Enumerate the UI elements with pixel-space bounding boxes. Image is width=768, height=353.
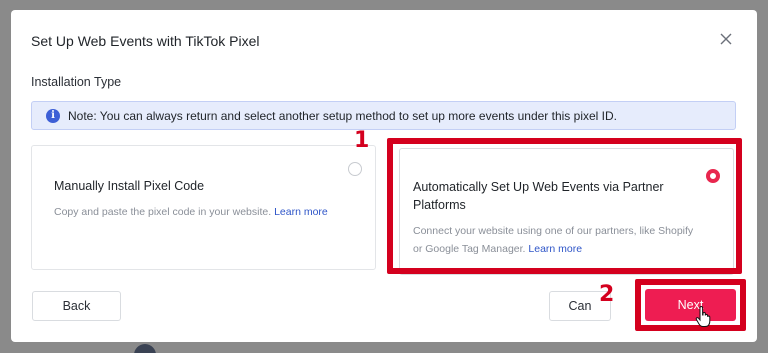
note-text: Note: You can always return and select a… <box>68 108 617 123</box>
info-note: i Note: You can always return and select… <box>31 101 736 130</box>
close-icon[interactable] <box>717 30 735 48</box>
option-partner-description-line1: Connect your website using one of our pa… <box>413 225 694 237</box>
option-partner-description: Connect your website using one of our pa… <box>413 222 693 258</box>
step-number-2: 2 <box>599 282 615 307</box>
setup-modal: Set Up Web Events with TikTok Pixel Inst… <box>11 10 757 342</box>
option-partner-title: Automatically Set Up Web Events via Part… <box>413 178 664 214</box>
option-manual-radio[interactable] <box>348 162 362 176</box>
option-partner-learn-more-link[interactable]: Learn more <box>528 243 582 255</box>
backdrop-figure <box>134 344 156 353</box>
option-partner-radio[interactable] <box>706 169 720 183</box>
step-number-1: 1 <box>354 128 370 153</box>
option-manual-title: Manually Install Pixel Code <box>54 179 205 193</box>
option-partner-title-line2: Platforms <box>413 198 466 212</box>
option-manual-learn-more-link[interactable]: Learn more <box>274 206 328 218</box>
option-partner-platforms[interactable]: Automatically Set Up Web Events via Part… <box>399 148 734 275</box>
modal-title: Set Up Web Events with TikTok Pixel <box>31 33 260 49</box>
next-button[interactable]: Next <box>645 289 736 321</box>
info-icon: i <box>46 108 60 123</box>
option-manual-install[interactable]: Manually Install Pixel Code Copy and pas… <box>31 145 376 270</box>
option-partner-description-text: or Google Tag Manager. <box>413 243 526 255</box>
cursor-hand-icon <box>695 306 711 327</box>
option-manual-description: Copy and paste the pixel code in your we… <box>54 203 328 221</box>
option-manual-description-text: Copy and paste the pixel code in your we… <box>54 206 272 218</box>
back-button[interactable]: Back <box>32 291 121 321</box>
option-partner-description-line2: or Google Tag Manager. Learn more <box>413 240 693 258</box>
installation-type-label: Installation Type <box>31 75 122 89</box>
option-partner-title-line1: Automatically Set Up Web Events via Part… <box>413 180 664 194</box>
